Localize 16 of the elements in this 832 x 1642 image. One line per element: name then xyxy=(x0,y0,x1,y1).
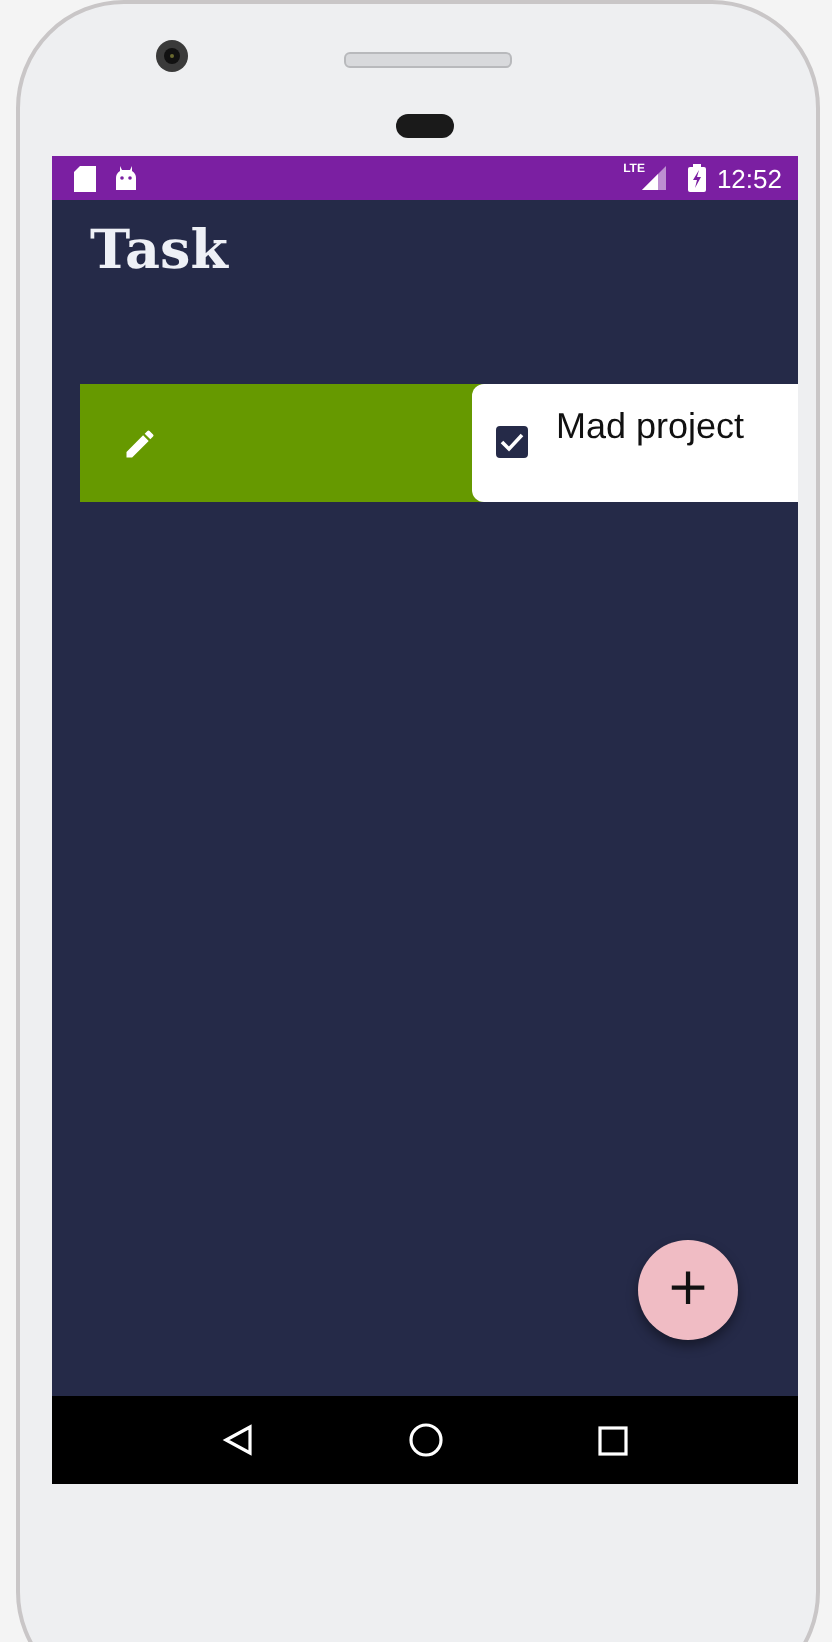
task-title: Mad project xyxy=(556,406,745,448)
android-icon xyxy=(114,166,138,190)
checkbox[interactable] xyxy=(496,426,528,458)
sd-card-icon xyxy=(74,165,96,191)
home-icon[interactable] xyxy=(407,1422,444,1458)
add-button[interactable]: + xyxy=(638,1240,738,1340)
back-icon[interactable] xyxy=(222,1424,255,1456)
battery-icon xyxy=(688,164,707,192)
edit-icon[interactable] xyxy=(122,425,158,461)
task-card[interactable]: Mad project xyxy=(472,384,798,502)
camera-icon xyxy=(154,38,190,74)
recents-icon[interactable] xyxy=(597,1425,628,1455)
app-title: Task xyxy=(90,218,231,286)
clock: 12:52 xyxy=(716,163,782,193)
sensor xyxy=(396,114,454,138)
signal-icon xyxy=(642,166,667,190)
